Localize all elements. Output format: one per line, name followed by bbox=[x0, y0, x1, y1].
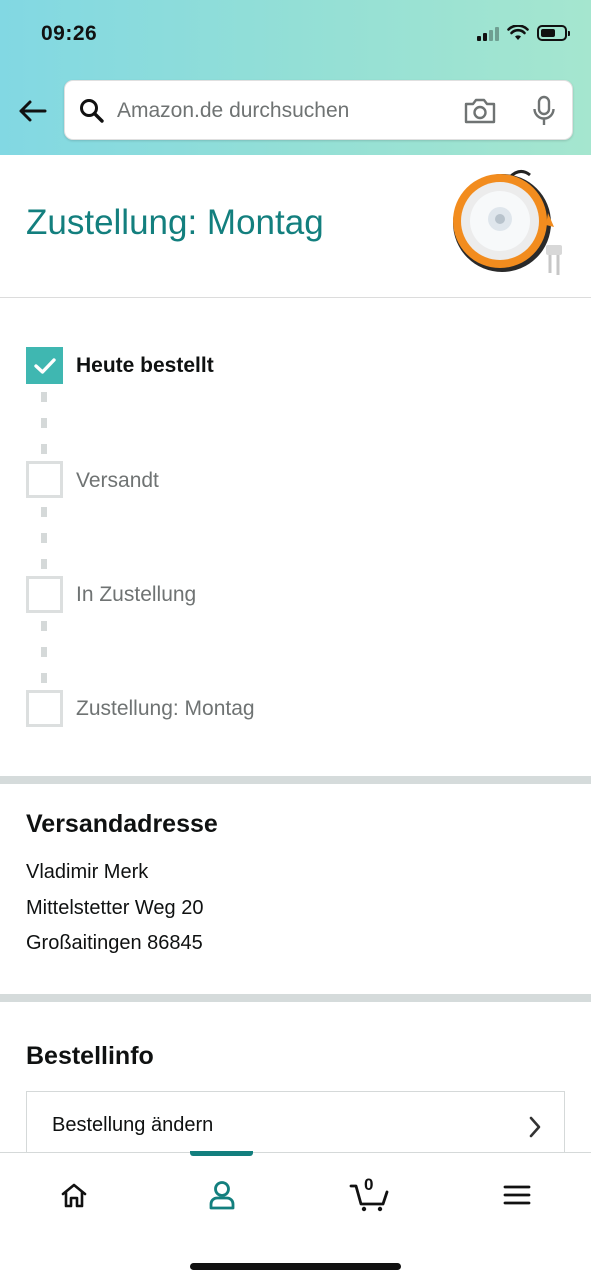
tracker-connector bbox=[41, 444, 47, 454]
bottom-navigation: 0 bbox=[0, 1151, 591, 1280]
microphone-icon[interactable] bbox=[531, 95, 557, 127]
address-section-title: Versandadresse bbox=[26, 810, 218, 838]
tracker-connector bbox=[41, 392, 47, 402]
address-street: Mittelstetter Weg 20 bbox=[26, 897, 204, 919]
address-city: Großaitingen 86845 bbox=[26, 932, 203, 954]
tracker-connector bbox=[41, 673, 47, 683]
wifi-icon bbox=[507, 25, 529, 40]
chevron-right-icon bbox=[529, 1116, 541, 1138]
nav-home[interactable] bbox=[49, 1175, 99, 1215]
back-arrow-icon bbox=[19, 100, 47, 122]
search-input[interactable] bbox=[117, 93, 447, 129]
tracker-connector bbox=[41, 507, 47, 517]
tracker-connector bbox=[41, 647, 47, 657]
tracker-connector bbox=[41, 533, 47, 543]
step-checkbox-out-for-delivery bbox=[26, 576, 63, 613]
cellular-signal-icon bbox=[477, 25, 499, 41]
camera-icon[interactable] bbox=[463, 97, 497, 125]
step-label-ordered: Heute bestellt bbox=[76, 354, 214, 377]
delivery-title: Zustellung: Montag bbox=[26, 203, 324, 242]
nav-menu[interactable] bbox=[492, 1175, 542, 1215]
menu-icon bbox=[503, 1185, 531, 1205]
nav-cart[interactable]: 0 bbox=[345, 1175, 395, 1215]
search-bar[interactable] bbox=[64, 80, 573, 140]
section-separator bbox=[0, 776, 591, 784]
check-icon bbox=[33, 357, 56, 374]
back-button[interactable] bbox=[14, 93, 50, 129]
tracker-connector bbox=[41, 559, 47, 569]
account-icon bbox=[209, 1181, 235, 1210]
app-header: 09:26 bbox=[0, 0, 591, 155]
step-checkbox-ordered bbox=[26, 347, 63, 384]
step-label-out-for-delivery: In Zustellung bbox=[76, 583, 197, 606]
divider bbox=[0, 297, 591, 298]
address-name: Vladimir Merk bbox=[26, 861, 149, 883]
section-separator bbox=[0, 994, 591, 1002]
search-icon bbox=[80, 99, 104, 123]
active-tab-indicator bbox=[190, 1151, 253, 1156]
step-checkbox-delivery bbox=[26, 690, 63, 727]
change-order-row[interactable]: Bestellung ändern bbox=[26, 1091, 565, 1161]
cart-count-badge: 0 bbox=[364, 1175, 374, 1194]
tracker-connector bbox=[41, 621, 47, 631]
product-image[interactable] bbox=[450, 165, 568, 283]
order-info-title: Bestellinfo bbox=[26, 1042, 154, 1070]
step-label-delivery: Zustellung: Montag bbox=[76, 697, 255, 720]
tracker-connector bbox=[41, 418, 47, 428]
step-label-shipped: Versandt bbox=[76, 469, 159, 492]
battery-icon bbox=[537, 25, 570, 41]
home-indicator[interactable] bbox=[190, 1263, 401, 1270]
nav-account[interactable] bbox=[197, 1175, 247, 1215]
status-time: 09:26 bbox=[41, 22, 98, 45]
home-icon bbox=[61, 1183, 87, 1208]
change-order-label: Bestellung ändern bbox=[52, 1114, 214, 1136]
step-checkbox-shipped bbox=[26, 461, 63, 498]
status-icons bbox=[477, 25, 570, 41]
